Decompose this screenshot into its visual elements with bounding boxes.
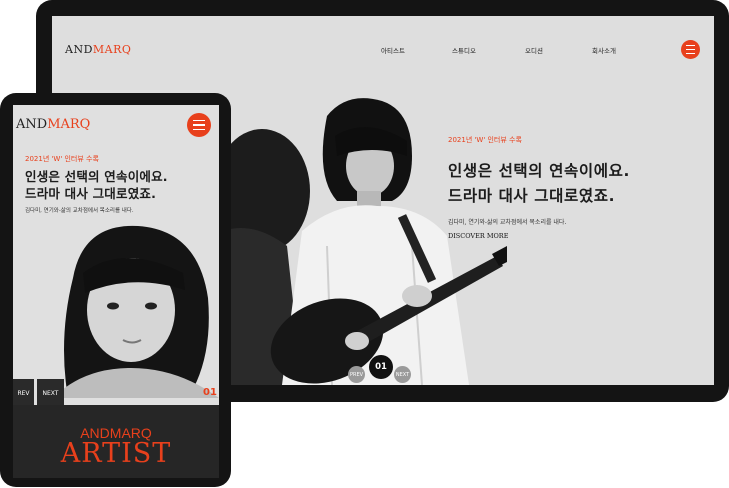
hero-headline-line1: 인생은 선택의 연속이에요. — [448, 162, 630, 180]
tablet-menu-button[interactable] — [187, 113, 211, 137]
hero-description: 김다미, 연기와-삶의 교차점에서 목소리를 내다. — [448, 219, 567, 226]
hero-headline-line2: 드라마 대사 그대로였죠. — [448, 187, 616, 205]
slide-number: 01 — [369, 355, 393, 379]
tablet-footer-title: ARTIST — [60, 438, 172, 469]
tablet-hero-headline-line1: 인생은 선택의 연속이에요. — [25, 169, 168, 184]
tablet-hero-headline: 인생은 선택의 연속이에요. 드라마 대사 그대로였죠. — [25, 168, 168, 202]
hero-headline: 인생은 선택의 연속이에요. 드라마 대사 그대로였죠. — [448, 159, 630, 209]
tablet-logo[interactable]: ANDMARQ — [16, 117, 90, 132]
nav-item-artist[interactable]: 아티스트 — [381, 45, 405, 55]
tablet-hero-headline-line2: 드라마 대사 그대로였죠. — [25, 186, 157, 201]
tablet-logo-part-and: AND — [16, 117, 48, 132]
next-slide-button[interactable]: NEXT — [394, 366, 411, 383]
tablet-next-button[interactable]: NEXT — [37, 379, 64, 407]
hamburger-icon — [193, 119, 205, 132]
menu-button[interactable] — [681, 40, 700, 59]
hero-subtitle: 2021년 'W' 인터뷰 수록 — [448, 136, 522, 144]
nav-item-audition[interactable]: 오디션 — [525, 45, 543, 55]
nav-item-studio[interactable]: 스튜디오 — [452, 45, 476, 55]
hero-text-block: 2021년 'W' 인터뷰 수록 인생은 선택의 연속이에요. 드라마 대사 그… — [448, 135, 630, 240]
tablet-hero-description: 김다미, 연기와-삶의 교차점에서 목소리를 내다. — [25, 208, 134, 214]
tablet-logo-part-marq: MARQ — [47, 117, 91, 132]
tablet-slide-number: 01 — [203, 387, 217, 398]
discover-more-link[interactable]: DISCOVER MORE — [448, 232, 630, 240]
prev-slide-button[interactable]: PREV — [348, 366, 365, 383]
tablet-prev-button[interactable]: REV — [13, 379, 34, 407]
tablet-hero-subtitle: 2021년 'W' 인터뷰 수록 — [25, 155, 99, 163]
tablet-device-frame: ANDMARQ 2021년 'W' 인터뷰 수록 인생은 선택의 연속이에요. … — [0, 93, 231, 487]
main-nav: 아티스트 스튜디오 오디션 회사소개 — [52, 45, 714, 57]
tablet-hero-photo — [53, 225, 219, 398]
hamburger-icon — [686, 44, 695, 55]
nav-item-company[interactable]: 회사소개 — [592, 45, 616, 55]
tablet-artist-section: ANDMARQ ARTIST — [13, 405, 219, 478]
tablet-screen: ANDMARQ 2021년 'W' 인터뷰 수록 인생은 선택의 연속이에요. … — [13, 105, 219, 478]
